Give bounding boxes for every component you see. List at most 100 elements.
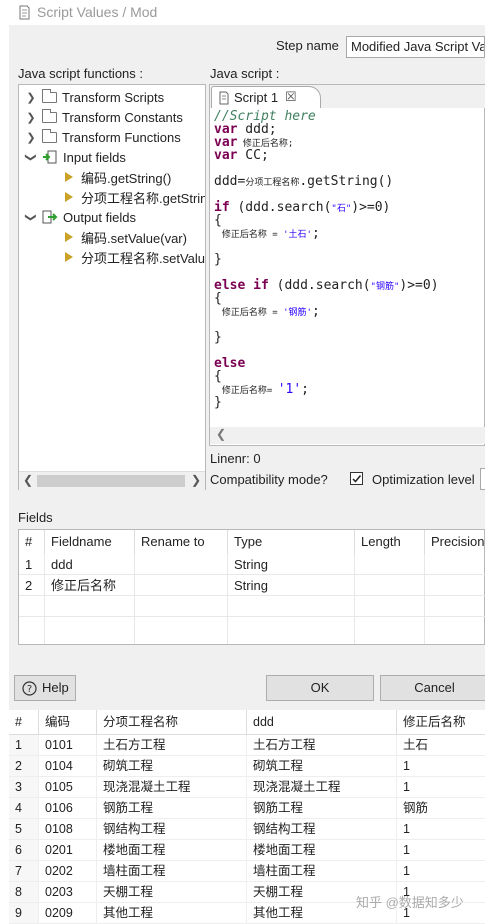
grid-cell[interactable]: 土石 [397,735,485,756]
table-cell[interactable]: ddd [45,554,135,575]
grid-row-number[interactable]: 1 [9,735,39,756]
grid-cell[interactable]: 0209 [39,903,97,924]
scroll-left-icon[interactable]: ❮ [216,427,226,441]
grid-cell[interactable]: 0104 [39,756,97,777]
grid-cell[interactable]: 墙柱面工程 [97,861,247,882]
grid-cell[interactable]: 楼地面工程 [247,840,397,861]
column-header[interactable]: Precision [425,530,485,554]
table-cell[interactable]: 2 [19,575,45,596]
grid-column-header[interactable]: # [9,710,39,735]
grid-cell[interactable]: 1 [397,840,485,861]
functions-tree[interactable]: ❯ Transform Scripts ❯ Transform Constant… [18,84,206,490]
tree-item-output-field-code[interactable]: 编码.setValue(var) [65,227,187,247]
grid-row-number[interactable]: 2 [9,756,39,777]
grid-cell[interactable]: 砌筑工程 [97,756,247,777]
table-cell[interactable] [425,554,485,575]
compatibility-checkbox[interactable] [350,472,363,485]
fields-table[interactable]: # Fieldname Rename to Type Length Precis… [18,529,485,645]
code-area[interactable]: //Script here var ddd; var 修正后名称; var CC… [214,110,484,430]
grid-column-header[interactable]: 修正后名称 [397,710,485,735]
grid-cell[interactable]: 天棚工程 [97,882,247,903]
grid-cell[interactable]: 0201 [39,840,97,861]
table-cell[interactable] [19,596,45,617]
step-name-input[interactable]: Modified Java Script Value [346,36,485,58]
table-cell[interactable] [228,596,355,617]
grid-cell[interactable]: 1 [397,756,485,777]
scrollbar-thumb[interactable] [37,475,185,487]
cancel-button[interactable]: Cancel [380,675,485,701]
chevron-right-icon[interactable]: ❯ [25,91,37,104]
grid-cell[interactable]: 墙柱面工程 [247,861,397,882]
grid-cell[interactable]: 钢筋工程 [97,798,247,819]
tree-item-transform-functions[interactable]: ❯ Transform Functions [25,127,181,147]
table-cell[interactable] [135,596,228,617]
table-cell[interactable]: 修正后名称 [45,575,135,596]
grid-cell[interactable]: 楼地面工程 [97,840,247,861]
chevron-right-icon[interactable]: ❯ [25,111,37,124]
scroll-right-icon[interactable]: ❯ [191,473,201,487]
grid-cell[interactable]: 0105 [39,777,97,798]
editor-horizontal-scrollbar[interactable]: ❮ [210,427,485,444]
table-cell[interactable] [45,617,135,644]
grid-cell[interactable]: 土石方工程 [97,735,247,756]
grid-row-number[interactable]: 5 [9,819,39,840]
tree-item-transform-scripts[interactable]: ❯ Transform Scripts [25,87,164,107]
table-cell[interactable]: 1 [19,554,45,575]
grid-cell[interactable]: 0108 [39,819,97,840]
column-header[interactable]: Rename to [135,530,228,554]
table-cell[interactable] [425,617,485,644]
tab-script-1[interactable]: Script 1 ☒ [211,86,321,108]
column-header[interactable]: # [19,530,45,554]
table-cell[interactable] [425,596,485,617]
tree-item-input-field-name[interactable]: 分项工程名称.getString() [65,187,205,207]
table-cell[interactable]: String [228,575,355,596]
grid-cell[interactable]: 砌筑工程 [247,756,397,777]
grid-cell[interactable]: 钢筋 [397,798,485,819]
table-cell[interactable] [45,596,135,617]
scroll-left-icon[interactable]: ❮ [23,473,33,487]
grid-row-number[interactable]: 7 [9,861,39,882]
grid-cell[interactable]: 1 [397,777,485,798]
grid-cell[interactable]: 1 [397,819,485,840]
table-cell[interactable] [135,617,228,644]
grid-cell[interactable]: 钢筋工程 [247,798,397,819]
table-cell[interactable] [355,575,425,596]
grid-row-number[interactable]: 6 [9,840,39,861]
optimization-select[interactable] [480,468,485,490]
grid-cell[interactable]: 土石方工程 [247,735,397,756]
close-icon[interactable]: ☒ [285,89,297,105]
grid-cell[interactable]: 1 [397,861,485,882]
ok-button[interactable]: OK [266,675,374,701]
grid-cell[interactable]: 0101 [39,735,97,756]
grid-cell[interactable]: 钢结构工程 [97,819,247,840]
chevron-down-icon[interactable]: ❯ [25,151,38,163]
table-cell[interactable] [135,554,228,575]
chevron-right-icon[interactable]: ❯ [25,131,37,144]
grid-row-number[interactable]: 8 [9,882,39,903]
grid-cell[interactable]: 现浇混凝土工程 [97,777,247,798]
table-cell[interactable] [355,554,425,575]
grid-row-number[interactable]: 4 [9,798,39,819]
tree-item-output-field-name[interactable]: 分项工程名称.setValue(var) [65,247,205,267]
grid-column-header[interactable]: ddd [247,710,397,735]
tree-item-transform-constants[interactable]: ❯ Transform Constants [25,107,183,127]
column-header[interactable]: Type [228,530,355,554]
chevron-down-icon[interactable]: ❯ [25,211,38,223]
table-cell[interactable] [355,617,425,644]
grid-cell[interactable]: 其他工程 [97,903,247,924]
table-cell[interactable] [355,596,425,617]
column-header[interactable]: Fieldname [45,530,135,554]
grid-row-number[interactable]: 3 [9,777,39,798]
help-button[interactable]: ? Help [14,675,76,701]
table-cell[interactable] [425,575,485,596]
tree-item-input-fields[interactable]: ❯ Input fields [25,147,126,167]
grid-cell[interactable]: 0203 [39,882,97,903]
table-cell[interactable] [135,575,228,596]
grid-row-number[interactable]: 9 [9,903,39,924]
grid-column-header[interactable]: 分项工程名称 [97,710,247,735]
tree-item-output-fields[interactable]: ❯ Output fields [25,207,137,227]
grid-cell[interactable]: 钢结构工程 [247,819,397,840]
grid-column-header[interactable]: 编码 [39,710,97,735]
grid-cell[interactable]: 0202 [39,861,97,882]
column-header[interactable]: Length [355,530,425,554]
